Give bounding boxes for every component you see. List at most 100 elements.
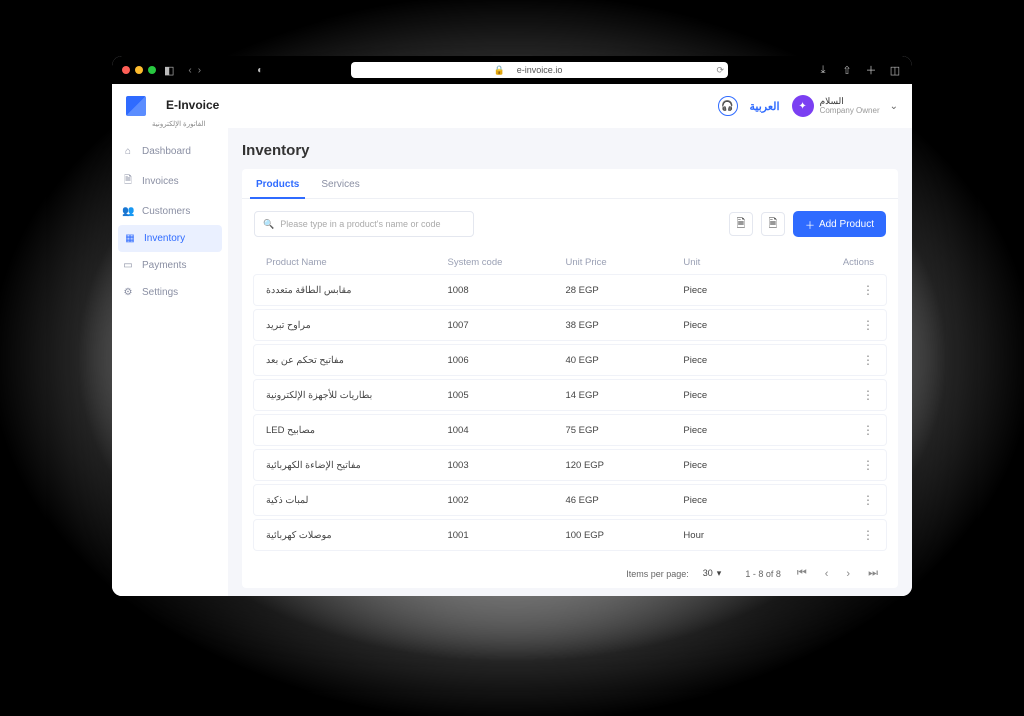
app-header: E-Invoice الفاتورة الإلكترونية 🎧 العربية… [112,84,912,128]
cell-unit: Piece [683,425,801,436]
file-icon: 🗎 [769,215,778,234]
sidebar-item-invoices[interactable]: 🗎 Invoices [112,165,228,198]
new-tab-button[interactable]: ＋ [864,62,878,78]
table-header: Product Name System code Unit Price Unit… [254,249,886,275]
brand-logo[interactable]: E-Invoice الفاتورة الإلكترونية [126,85,233,128]
sidebar-item-settings[interactable]: ⚙ Settings [112,279,228,306]
cell-price: 14 EGP [565,390,683,401]
row-actions-menu[interactable]: ⋮ [862,353,874,367]
cell-price: 40 EGP [565,355,683,366]
tab-services[interactable]: Services [319,169,361,198]
search-icon: 🔍 [263,219,274,230]
col-header-unit: Unit [683,257,801,268]
tab-bar: Products Services [242,169,898,199]
cell-price: 46 EGP [565,495,683,506]
cell-price: 75 EGP [565,425,683,436]
maximize-window-button[interactable] [148,66,156,74]
add-product-button[interactable]: ＋ Add Product [793,211,886,237]
prev-page-button[interactable]: ‹ [823,568,831,580]
table-row: موصلات كهربائية1001100 EGPHour⋮ [254,520,886,550]
language-switch[interactable]: العربية [750,100,780,113]
address-bar[interactable]: 🔒 e-invoice.io ⟳ [351,62,728,78]
cell-name: موصلات كهربائية [266,530,447,541]
items-per-page-select[interactable]: 30 [703,568,732,579]
card-icon: ▭ [122,260,134,271]
shield-icon[interactable]: ◐ [257,65,263,76]
user-menu[interactable]: ✦ السلام Company Owner ⌄ [792,95,898,117]
search-placeholder: Please type in a product's name or code [280,219,440,229]
search-input[interactable]: 🔍 Please type in a product's name or cod… [254,211,474,237]
url-text: e-invoice.io [517,65,563,75]
cell-unit: Piece [683,390,801,401]
table-row: مفاتيح تحكم عن بعد100640 EGPPiece ⋮ [254,345,886,375]
cell-code: 1004 [447,425,565,436]
plus-icon: ＋ [805,217,815,232]
first-page-button[interactable]: ⏮ [795,567,809,580]
products-table: Product Name System code Unit Price Unit… [242,249,898,561]
toolbar: 🔍 Please type in a product's name or cod… [242,199,898,249]
last-page-button[interactable]: ⏭ [866,567,880,580]
download-icon[interactable]: ⤓ [816,62,830,78]
cell-name: مفاتيح الإضاءة الكهربائية [266,460,447,471]
cell-unit: Hour [683,530,801,541]
cell-unit: Piece [683,355,801,366]
row-actions-menu[interactable]: ⋮ [862,423,874,437]
cell-price: 28 EGP [565,285,683,296]
refresh-icon[interactable]: ⟳ [716,65,724,76]
cell-name: مراوح تبريد [266,320,447,331]
row-actions-menu[interactable]: ⋮ [862,388,874,402]
cell-price: 38 EGP [565,320,683,331]
sidebar-item-label: Dashboard [142,146,191,157]
row-actions-menu[interactable]: ⋮ [862,283,874,297]
cell-code: 1002 [447,495,565,506]
cell-code: 1006 [447,355,565,366]
sidebar-item-customers[interactable]: 👥 Customers [112,198,228,225]
cell-name: LED مصابيح [266,425,447,436]
cell-price: 100 EGP [565,530,683,541]
cell-code: 1003 [447,460,565,471]
sidebar-item-label: Invoices [142,176,179,187]
row-actions-menu[interactable]: ⋮ [862,318,874,332]
file-icon: 🗎 [737,215,746,234]
tab-products[interactable]: Products [254,169,301,198]
page-range: 1 - 8 of 8 [745,569,781,579]
cell-unit: Piece [683,285,801,296]
nav-back-button[interactable]: ‹ [188,65,191,76]
col-header-code: System code [447,257,565,268]
cell-name: مقابس الطاقة متعددة [266,285,447,296]
sidebar-item-label: Settings [142,287,178,298]
close-window-button[interactable] [122,66,130,74]
export-button-2[interactable]: 🗎 [761,212,785,236]
col-header-name: Product Name [266,257,447,268]
nav-forward-button[interactable]: › [198,65,201,76]
sidebar-toggle-icon[interactable]: ◧ [164,64,174,77]
minimize-window-button[interactable] [135,66,143,74]
cell-unit: Piece [683,320,801,331]
sidebar-item-dashboard[interactable]: ⌂ Dashboard [112,138,228,165]
share-icon[interactable]: ⇧ [840,62,854,78]
cell-name: مفاتيح تحكم عن بعد [266,355,447,366]
table-row: مراوح تبريد100738 EGPPiece⋮ [254,310,886,340]
cell-unit: Piece [683,460,801,471]
next-page-button[interactable]: › [844,568,852,580]
cell-name: بطاريات للأجهزة الإلكترونية [266,390,447,401]
table-row: مفاتيح الإضاءة الكهربائية1003120 EGPPiec… [254,450,886,480]
sidebar-item-payments[interactable]: ▭ Payments [112,252,228,279]
cell-name: لمبات ذكية [266,495,447,506]
row-actions-menu[interactable]: ⋮ [862,493,874,507]
window-controls [122,66,156,74]
export-button-1[interactable]: 🗎 [729,212,753,236]
page-title: Inventory [242,142,898,159]
table-row: LED مصابيح100475 EGPPiece ⋮ [254,415,886,445]
sidebar-item-inventory[interactable]: ▦ Inventory [118,225,222,252]
cell-code: 1008 [447,285,565,296]
cell-price: 120 EGP [565,460,683,471]
tabs-icon[interactable]: ◫ [888,62,902,78]
row-actions-menu[interactable]: ⋮ [862,458,874,472]
support-icon[interactable]: 🎧 [718,96,738,116]
sidebar-item-label: Inventory [144,233,185,244]
col-header-actions: Actions [801,257,874,268]
add-product-label: Add Product [819,219,874,230]
table-row: لمبات ذكية100246 EGPPiece⋮ [254,485,886,515]
row-actions-menu[interactable]: ⋮ [862,528,874,542]
